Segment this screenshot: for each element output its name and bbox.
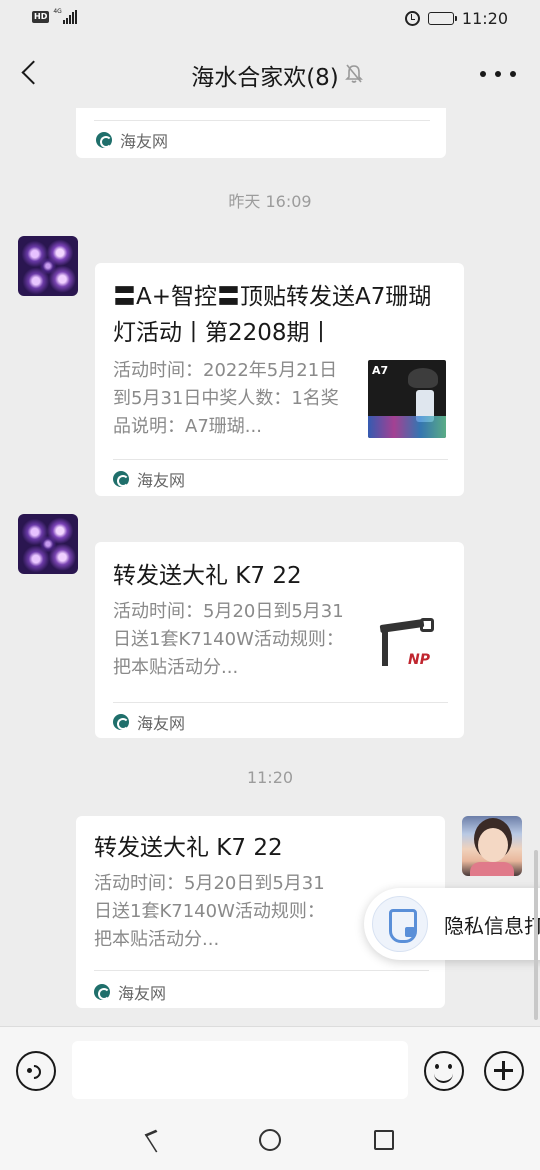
thumbnail-label: NP (408, 652, 430, 668)
card-divider (113, 702, 448, 703)
card-divider (113, 459, 448, 460)
card-title: 〓A+智控〓顶贴转发送A7珊瑚灯活动丨第2208期丨 (113, 284, 432, 346)
source-logo-icon (113, 471, 129, 487)
privacy-shield-icon (372, 896, 428, 952)
link-card[interactable]: 转发送大礼 K7 22 活动时间：5月20日到5月31日送1套K7140W活动规… (95, 542, 464, 738)
message-timestamp: 11:20 (246, 768, 294, 787)
status-right: 11:20 (404, 9, 508, 28)
system-recents-icon[interactable] (374, 1130, 394, 1150)
more-functions-button[interactable] (484, 1051, 524, 1091)
card-source: 海友网 (113, 467, 185, 491)
emoji-button[interactable] (424, 1051, 464, 1091)
card-description: 活动时间：5月20日到5月31日送1套K7140W活动规则：把本贴活动分... (113, 601, 344, 678)
source-name: 海友网 (120, 132, 169, 151)
chat-title: 海水合家欢(8) (191, 65, 339, 91)
chat-header: 海水合家欢(8) (0, 38, 540, 108)
card-thumbnail: NP (368, 604, 446, 682)
thumbnail-label: A7 (372, 364, 389, 377)
status-left: HD 4G (32, 8, 78, 24)
card-divider (94, 970, 429, 971)
privacy-info-popup[interactable]: 隐私信息打 (364, 888, 540, 960)
source-name: 海友网 (137, 714, 186, 733)
alarm-icon (404, 11, 420, 26)
card-source: 海友网 (96, 128, 168, 152)
card-title: 转发送大礼 K7 22 (94, 835, 283, 861)
signal-icon: 4G (53, 8, 78, 24)
message-timestamp: 昨天 16:09 (228, 192, 312, 211)
hd-badge: HD (32, 11, 50, 23)
scrollbar[interactable] (534, 850, 538, 1020)
source-name: 海友网 (118, 984, 167, 1003)
sender-avatar[interactable] (18, 236, 78, 296)
card-description: 活动时间：5月20日到5月31日送1套K7140W活动规则：把本贴活动分... (94, 873, 325, 950)
card-description: 活动时间：2022年5月21日到5月31日中奖人数：1名奖品说明：A7珊瑚... (113, 360, 339, 437)
network-type-label: 4G (53, 8, 62, 15)
card-title: 转发送大礼 K7 22 (113, 563, 302, 589)
voice-input-button[interactable] (16, 1051, 56, 1091)
sender-avatar[interactable] (18, 514, 78, 574)
source-logo-icon (96, 132, 112, 148)
input-bar (0, 1026, 540, 1110)
status-bar: HD 4G 11:20 (0, 0, 540, 38)
my-avatar[interactable] (462, 816, 522, 876)
source-logo-icon (113, 714, 129, 730)
card-source: 海友网 (94, 980, 166, 1004)
status-time: 11:20 (461, 9, 508, 28)
source-logo-icon (94, 984, 110, 1000)
card-source: 海友网 (113, 710, 185, 734)
battery-icon (427, 12, 457, 25)
link-card[interactable]: 海友网 (76, 108, 446, 158)
mute-bell-icon (345, 64, 363, 83)
more-options-button[interactable] (480, 64, 516, 84)
message-input[interactable] (72, 1041, 408, 1099)
system-navigation-bar (0, 1110, 540, 1170)
source-name: 海友网 (137, 471, 186, 490)
card-thumbnail: A7 (368, 360, 446, 438)
privacy-popup-text: 隐私信息打 (444, 914, 540, 938)
system-back-icon[interactable] (144, 1130, 164, 1150)
system-home-icon[interactable] (259, 1129, 281, 1151)
link-card[interactable]: 〓A+智控〓顶贴转发送A7珊瑚灯活动丨第2208期丨 活动时间：2022年5月2… (95, 263, 464, 496)
card-divider (94, 120, 430, 121)
